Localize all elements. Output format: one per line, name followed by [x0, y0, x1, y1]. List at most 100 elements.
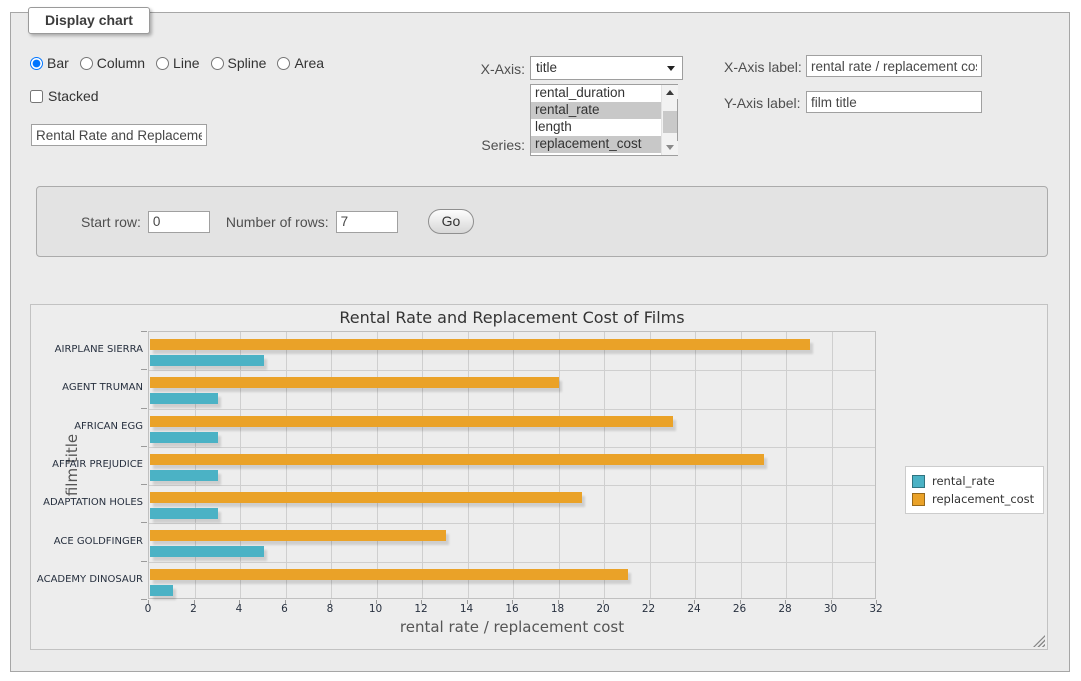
chart-legend: rental_rate replacement_cost	[905, 466, 1044, 514]
num-rows-label: Number of rows:	[226, 214, 329, 230]
resize-handle-icon[interactable]	[1033, 635, 1045, 647]
x-tick-label: 8	[315, 603, 345, 615]
bar-rental_rate	[150, 546, 264, 557]
axis-tick	[141, 599, 147, 600]
bar-replacement_cost	[150, 569, 628, 580]
legend-row: replacement_cost	[912, 490, 1034, 508]
legend-row: rental_rate	[912, 472, 1034, 490]
axis-tick	[194, 600, 195, 604]
dropdown-arrow-icon	[667, 66, 675, 71]
axis-tick	[376, 600, 377, 604]
scroll-up-button[interactable]	[662, 85, 678, 99]
radio-spline[interactable]	[211, 57, 224, 70]
y-axis-label-input[interactable]	[806, 91, 982, 113]
series-option[interactable]: rental_duration	[531, 85, 661, 102]
radio-option-column[interactable]: Column	[80, 55, 145, 71]
grid-line	[741, 332, 742, 598]
x-tick-label: 6	[270, 603, 300, 615]
radio-option-area[interactable]: Area	[277, 55, 324, 71]
bar-rental_rate	[150, 432, 218, 443]
axis-tick	[649, 600, 650, 604]
axis-tick	[141, 408, 147, 409]
bar-replacement_cost	[150, 492, 582, 503]
axis-tick	[239, 600, 240, 604]
x-axis-title: rental rate / replacement cost	[148, 618, 876, 636]
grid-line	[786, 332, 787, 598]
x-tick-label: 22	[634, 603, 664, 615]
x-axis-label-input[interactable]	[806, 55, 982, 77]
radio-column[interactable]	[80, 57, 93, 70]
series-list-label: Series:	[425, 137, 525, 153]
go-button[interactable]: Go	[428, 209, 475, 234]
chart-title-input[interactable]	[31, 124, 207, 146]
axis-tick	[740, 600, 741, 604]
chart-container: Rental Rate and Replacement Cost of Film…	[30, 304, 1048, 650]
axis-tick	[785, 600, 786, 604]
axis-tick	[141, 369, 147, 370]
grid-line	[650, 332, 651, 598]
grid-line	[377, 332, 378, 598]
axis-tick	[421, 600, 422, 604]
scrollbar-thumb[interactable]	[663, 111, 677, 133]
x-tick-label: 24	[679, 603, 709, 615]
x-axis-selected-value: title	[536, 60, 557, 75]
grid-line	[832, 332, 833, 598]
num-rows-input[interactable]	[336, 211, 398, 233]
x-axis-select-label: X-Axis:	[425, 61, 525, 77]
x-axis-label-label: X-Axis label:	[724, 59, 802, 75]
bar-replacement_cost	[150, 377, 559, 388]
bar-rental_rate	[150, 393, 218, 404]
category-label: AFRICAN EGG	[31, 421, 143, 432]
axis-tick	[141, 522, 147, 523]
series-option[interactable]: rental_rate	[531, 102, 661, 119]
series-option[interactable]: length	[531, 119, 661, 136]
radio-bar[interactable]	[30, 57, 43, 70]
x-axis-select[interactable]: title	[530, 56, 683, 80]
axis-tick	[141, 561, 147, 562]
stacked-checkbox[interactable]	[30, 90, 43, 103]
chart-title: Rental Rate and Replacement Cost of Film…	[148, 308, 876, 327]
x-tick-label: 28	[770, 603, 800, 615]
x-tick-label: 2	[179, 603, 209, 615]
axis-tick	[330, 600, 331, 604]
x-tick-label: 12	[406, 603, 436, 615]
x-tick-label: 26	[725, 603, 755, 615]
axis-tick	[831, 600, 832, 604]
grid-line	[149, 370, 875, 371]
bar-replacement_cost	[150, 530, 446, 541]
radio-area[interactable]	[277, 57, 290, 70]
grid-line	[149, 409, 875, 410]
x-tick-label: 0	[133, 603, 163, 615]
radio-option-spline[interactable]: Spline	[211, 55, 267, 71]
x-tick-label: 16	[497, 603, 527, 615]
bar-rental_rate	[150, 508, 218, 519]
series-scrollbar[interactable]	[661, 85, 677, 155]
grid-line	[240, 332, 241, 598]
radio-line[interactable]	[156, 57, 169, 70]
grid-line	[195, 332, 196, 598]
legend-label: replacement_cost	[932, 492, 1034, 506]
series-listbox[interactable]: rental_durationrental_ratelengthreplacem…	[530, 84, 678, 156]
scroll-down-icon	[666, 145, 674, 150]
scroll-down-button[interactable]	[662, 141, 678, 155]
axis-tick	[876, 600, 877, 604]
panel-legend: Display chart	[28, 7, 150, 34]
axis-tick	[285, 600, 286, 604]
grid-line	[149, 447, 875, 448]
radio-option-line[interactable]: Line	[156, 55, 199, 71]
axis-tick	[603, 600, 604, 604]
x-tick-label: 32	[861, 603, 891, 615]
legend-swatch	[912, 493, 925, 506]
legend-swatch	[912, 475, 925, 488]
scroll-up-icon	[666, 90, 674, 95]
bar-replacement_cost	[150, 339, 810, 350]
radio-option-bar[interactable]: Bar	[30, 55, 69, 71]
axis-tick	[558, 600, 559, 604]
grid-line	[513, 332, 514, 598]
x-tick-label: 14	[452, 603, 482, 615]
category-label: ACE GOLDFINGER	[31, 536, 143, 547]
start-row-input[interactable]	[148, 211, 210, 233]
x-tick-label: 10	[361, 603, 391, 615]
series-option[interactable]: replacement_cost	[531, 136, 661, 153]
bar-rental_rate	[150, 355, 264, 366]
